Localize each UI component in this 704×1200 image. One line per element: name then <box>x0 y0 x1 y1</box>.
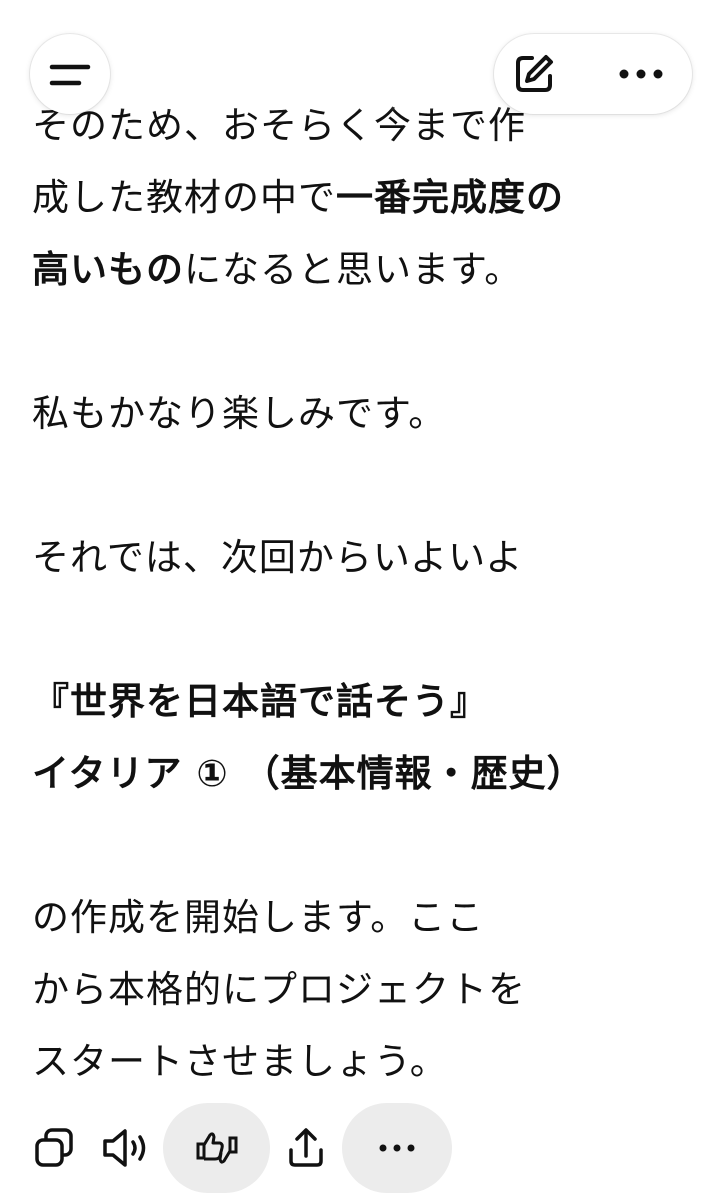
copy-icon <box>35 1128 73 1167</box>
share-button[interactable] <box>280 1103 332 1193</box>
more-icon <box>619 69 663 79</box>
thumbs-feedback-icon <box>196 1132 237 1164</box>
bold-text: 高いもの <box>32 248 184 291</box>
header-actions <box>494 34 692 114</box>
edit-icon <box>516 55 553 92</box>
bold-text: 一番完成度の <box>336 176 564 219</box>
assistant-message: そのため、おそらく今まで作 成した教材の中で一番完成度の 高いものになると思いま… <box>32 90 682 1098</box>
message-line: 成した教材の中で一番完成度の <box>32 176 564 219</box>
new-chat-button[interactable] <box>504 44 564 104</box>
project-title: 『世界を日本語で話そう』 イタリア ① （基本情報・歴史） <box>32 680 585 795</box>
message-actions <box>0 1103 704 1193</box>
share-icon <box>289 1128 323 1167</box>
copy-button[interactable] <box>26 1103 82 1193</box>
message-paragraph-2: 私もかなり楽しみです。 <box>32 392 447 435</box>
device-notch <box>192 0 522 10</box>
message-line: 高いものになると思います。 <box>32 248 523 291</box>
message-paragraph-4: の作成を開始します。ここ から本格的にプロジェクトを スタートさせましょう。 <box>32 896 526 1083</box>
more-options-button[interactable] <box>608 44 674 104</box>
menu-button[interactable] <box>30 34 110 114</box>
message-paragraph-1: そのため、おそらく今まで作 成した教材の中で一番完成度の 高いものになると思いま… <box>32 90 682 306</box>
speaker-icon <box>103 1129 146 1167</box>
more-actions-button[interactable] <box>342 1103 452 1193</box>
read-aloud-button[interactable] <box>98 1103 154 1193</box>
more-actions-icon <box>379 1144 415 1152</box>
feedback-button[interactable] <box>163 1103 270 1193</box>
menu-icon <box>49 64 91 86</box>
message-paragraph-3: それでは、次回からいよいよ <box>32 536 524 579</box>
